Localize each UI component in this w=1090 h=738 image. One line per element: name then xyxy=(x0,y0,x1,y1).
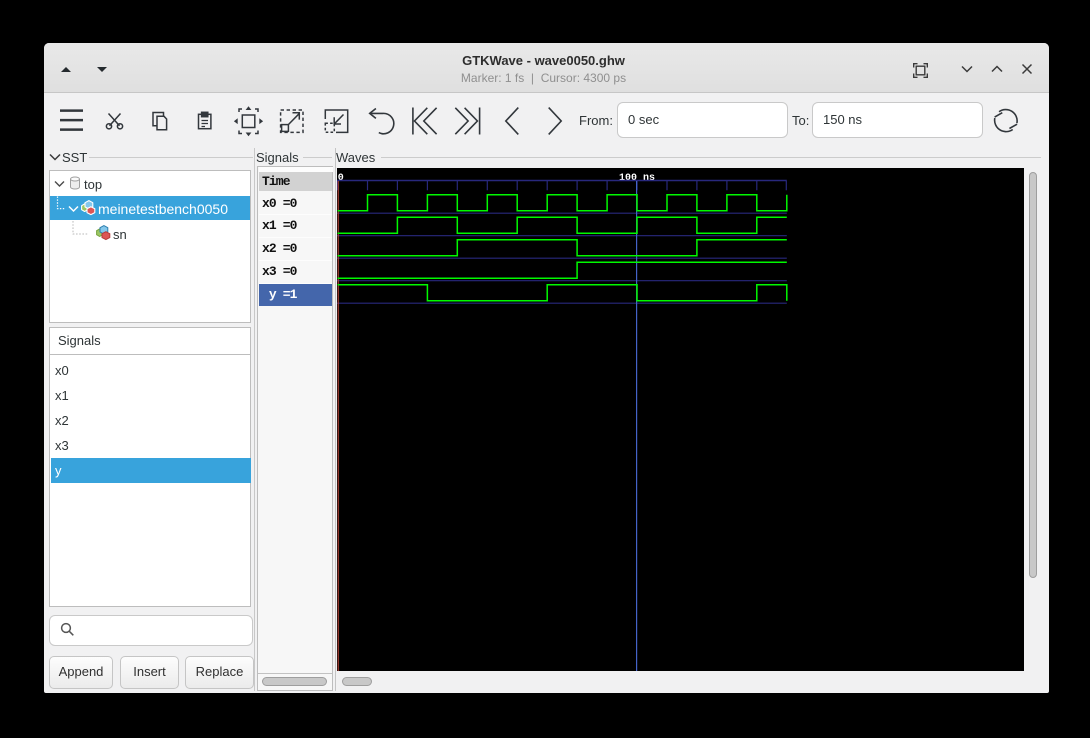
svg-text:0: 0 xyxy=(338,173,344,184)
